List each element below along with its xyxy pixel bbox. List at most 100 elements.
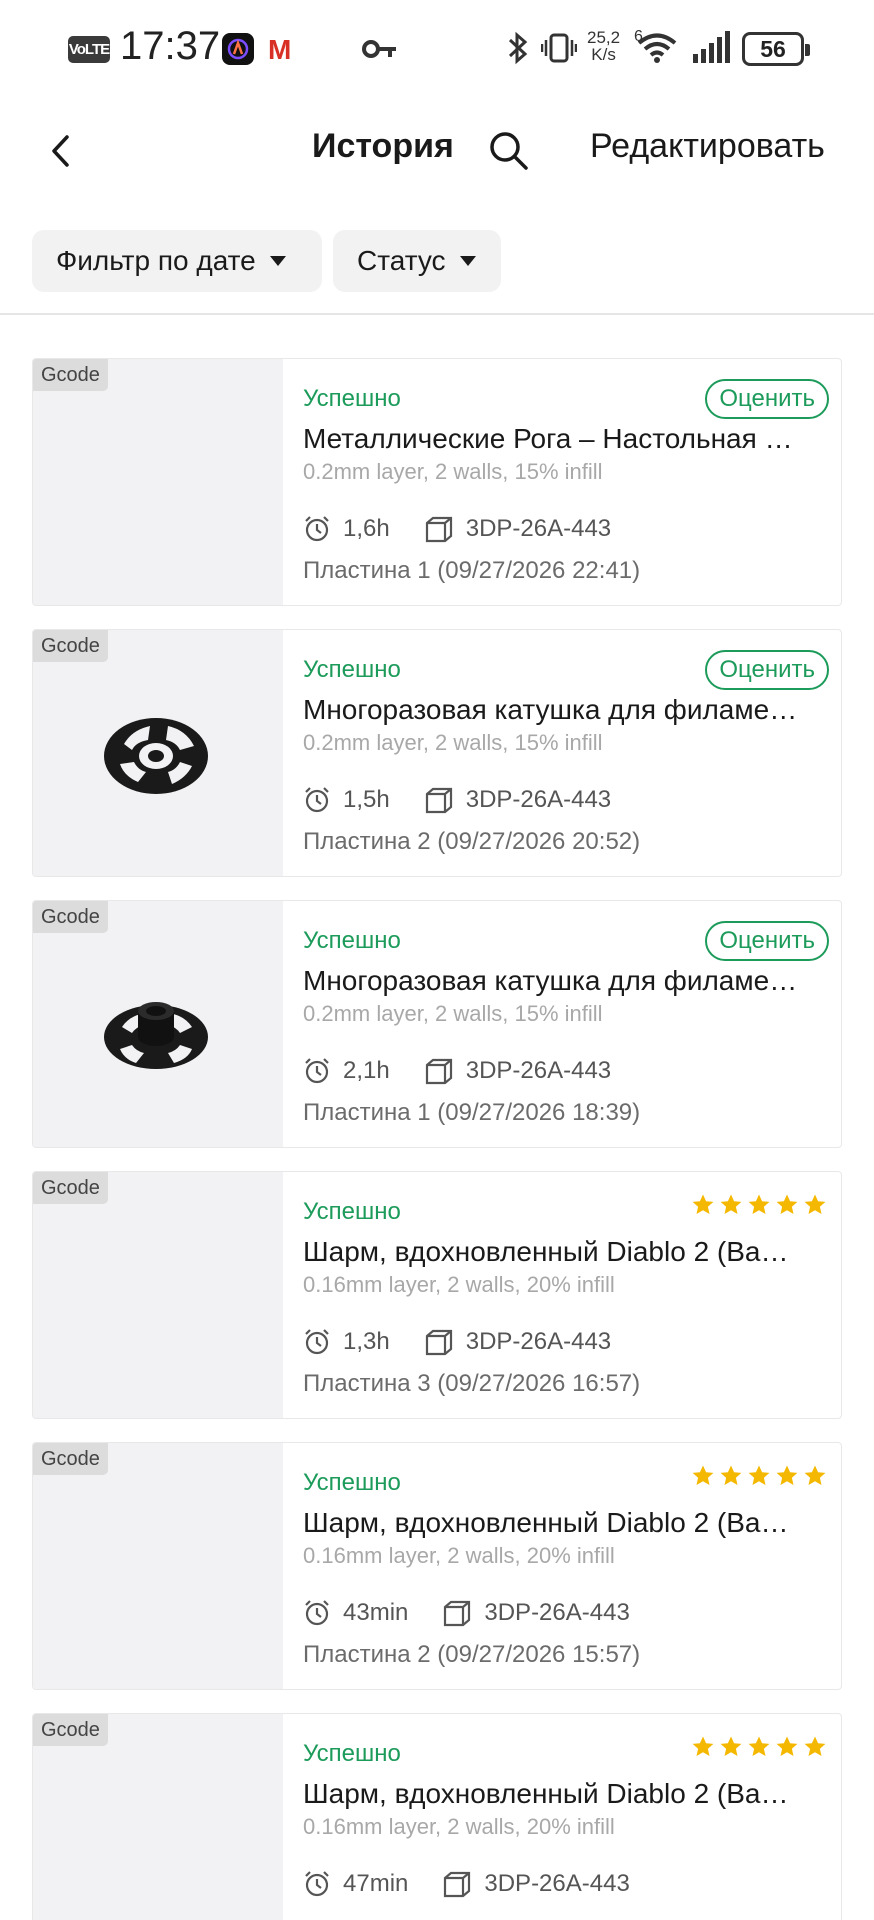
network-speed: 25,2 K/s: [587, 29, 620, 63]
star-icon: [748, 1194, 770, 1214]
model-name: Многоразовая катушка для филаме…: [303, 965, 798, 996]
plate-label: Пластина 1: [303, 1099, 431, 1126]
battery-indicator: 56: [742, 32, 810, 66]
rating-stars: [691, 1735, 827, 1759]
search-button[interactable]: [486, 128, 532, 174]
print-duration: 47min: [343, 1870, 409, 1897]
back-button[interactable]: [40, 128, 80, 174]
printer-name: 3DP-26A-443: [484, 1870, 630, 1897]
model-thumbnail: Gcode: [33, 1172, 283, 1418]
caret-down-icon: [269, 256, 286, 266]
print-params: 0.16mm layer, 2 walls, 20% infill: [303, 1272, 615, 1297]
status-filter-label: Статус: [357, 245, 446, 276]
history-card[interactable]: Gcode Успешно Оценить Многоразовая катуш…: [32, 629, 842, 877]
bluetooth-icon: [505, 30, 531, 71]
status-label: Успешно: [303, 1740, 401, 1767]
alarm-clock-icon: [305, 1600, 329, 1626]
date-filter-dropdown[interactable]: Фильтр по дате: [32, 230, 322, 292]
model-name: Шарм, вдохновленный Diablo 2 (Ва…: [303, 1236, 789, 1267]
spool-hub-icon: [104, 1002, 208, 1069]
plate-label: Пластина 1: [303, 557, 431, 584]
plate-info: Пластина 1 (09/27/2026 22:41): [303, 557, 640, 585]
print-params: 0.2mm layer, 2 walls, 15% infill: [303, 730, 603, 755]
print-datetime: (09/27/2026 22:41): [437, 557, 641, 584]
alarm-clock-icon: [305, 516, 329, 542]
model-name: Многоразовая катушка для филаме…: [303, 694, 798, 725]
alarm-clock-icon: [305, 1058, 329, 1084]
status-filter-dropdown[interactable]: Статус: [333, 230, 501, 292]
signal-icon: [692, 30, 732, 71]
history-card[interactable]: Gcode Успешно Шарм, вдохновленный Diablo…: [32, 1171, 842, 1419]
star-icon: [804, 1736, 826, 1756]
printer-icon: [425, 1058, 452, 1085]
star-icon: [720, 1465, 742, 1485]
printer-icon: [425, 787, 452, 814]
plate-info: Пластина 1 (09/27/2026 18:39): [303, 1099, 640, 1127]
clock-time: 17:37: [120, 24, 221, 68]
rate-button[interactable]: Оценить: [705, 650, 829, 690]
gcode-badge: Gcode: [33, 1714, 108, 1746]
print-datetime: (09/27/2026 16:57): [437, 1370, 641, 1397]
rating-stars: [691, 1193, 827, 1217]
star-icon: [692, 1736, 714, 1756]
gcode-badge: Gcode: [33, 359, 108, 391]
alarm-clock-icon: [305, 1329, 329, 1355]
status-label: Успешно: [303, 385, 401, 412]
print-duration: 2,1h: [343, 1057, 390, 1084]
print-datetime: (09/27/2026 20:52): [437, 828, 641, 855]
search-icon: [490, 132, 528, 170]
star-icon: [804, 1465, 826, 1485]
volte-icon: VoLTE: [68, 36, 110, 63]
star-icon: [692, 1465, 714, 1485]
status-label: Успешно: [303, 656, 401, 683]
rate-button[interactable]: Оценить: [705, 379, 829, 419]
edit-button[interactable]: Редактировать: [590, 127, 825, 166]
plate-label: Пластина 2: [303, 1641, 431, 1668]
printer-name: 3DP-26A-443: [465, 515, 612, 542]
star-icon: [748, 1736, 770, 1756]
printer-name: 3DP-26A-443: [465, 786, 612, 813]
print-duration: 1,6h: [343, 515, 390, 542]
gmail-icon: M: [268, 34, 292, 65]
history-card[interactable]: Gcode Успешно Оценить Металлические Рога…: [32, 358, 842, 606]
print-params: 0.2mm layer, 2 walls, 15% infill: [303, 459, 603, 484]
app-notification-icon: [222, 33, 254, 65]
plate-info: Пластина 2 (09/27/2026 20:52): [303, 828, 640, 856]
print-duration: 43min: [343, 1599, 409, 1626]
history-card[interactable]: Gcode Успешно Шарм, вдохновленный Diablo…: [32, 1713, 842, 1920]
printer-icon: [444, 1600, 471, 1627]
print-duration: 1,5h: [343, 786, 390, 813]
alarm-clock-icon: [305, 1871, 329, 1897]
model-name: Шарм, вдохновленный Diablo 2 (Ва…: [303, 1507, 789, 1538]
print-datetime: (09/27/2026 18:39): [437, 1099, 641, 1126]
rating-stars: [691, 1464, 827, 1488]
star-icon: [776, 1465, 798, 1485]
status-label: Успешно: [303, 1198, 401, 1225]
alarm-clock-icon: [305, 787, 329, 813]
model-thumbnail: Gcode: [33, 359, 283, 605]
status-label: Успешно: [303, 1469, 401, 1496]
spool-top-icon: [104, 718, 208, 794]
gcode-badge: Gcode: [33, 630, 108, 662]
plate-label: Пластина 3: [303, 1370, 431, 1397]
net-speed-unit: K/s: [591, 45, 616, 64]
print-duration: 1,3h: [343, 1328, 390, 1355]
history-card[interactable]: Gcode Успешно Оценить Многоразовая катуш…: [32, 900, 842, 1148]
gcode-badge: Gcode: [33, 1172, 108, 1204]
star-icon: [720, 1736, 742, 1756]
print-params: 0.2mm layer, 2 walls, 15% infill: [303, 1001, 603, 1026]
vpn-key-icon: [362, 36, 398, 67]
rate-button[interactable]: Оценить: [705, 921, 829, 961]
history-card[interactable]: Gcode Успешно Шарм, вдохновленный Diablo…: [32, 1442, 842, 1690]
gcode-badge: Gcode: [33, 901, 108, 933]
print-params: 0.16mm layer, 2 walls, 20% infill: [303, 1543, 615, 1568]
print-datetime: (09/27/2026 15:57): [437, 1641, 641, 1668]
caret-down-icon: [459, 256, 476, 266]
star-icon: [720, 1194, 742, 1214]
status-label: Успешно: [303, 927, 401, 954]
print-params: 0.16mm layer, 2 walls, 20% infill: [303, 1814, 615, 1839]
model-thumbnail: Gcode: [33, 901, 283, 1147]
divider: [0, 313, 874, 315]
printer-icon: [425, 516, 452, 543]
printer-icon: [444, 1871, 471, 1898]
